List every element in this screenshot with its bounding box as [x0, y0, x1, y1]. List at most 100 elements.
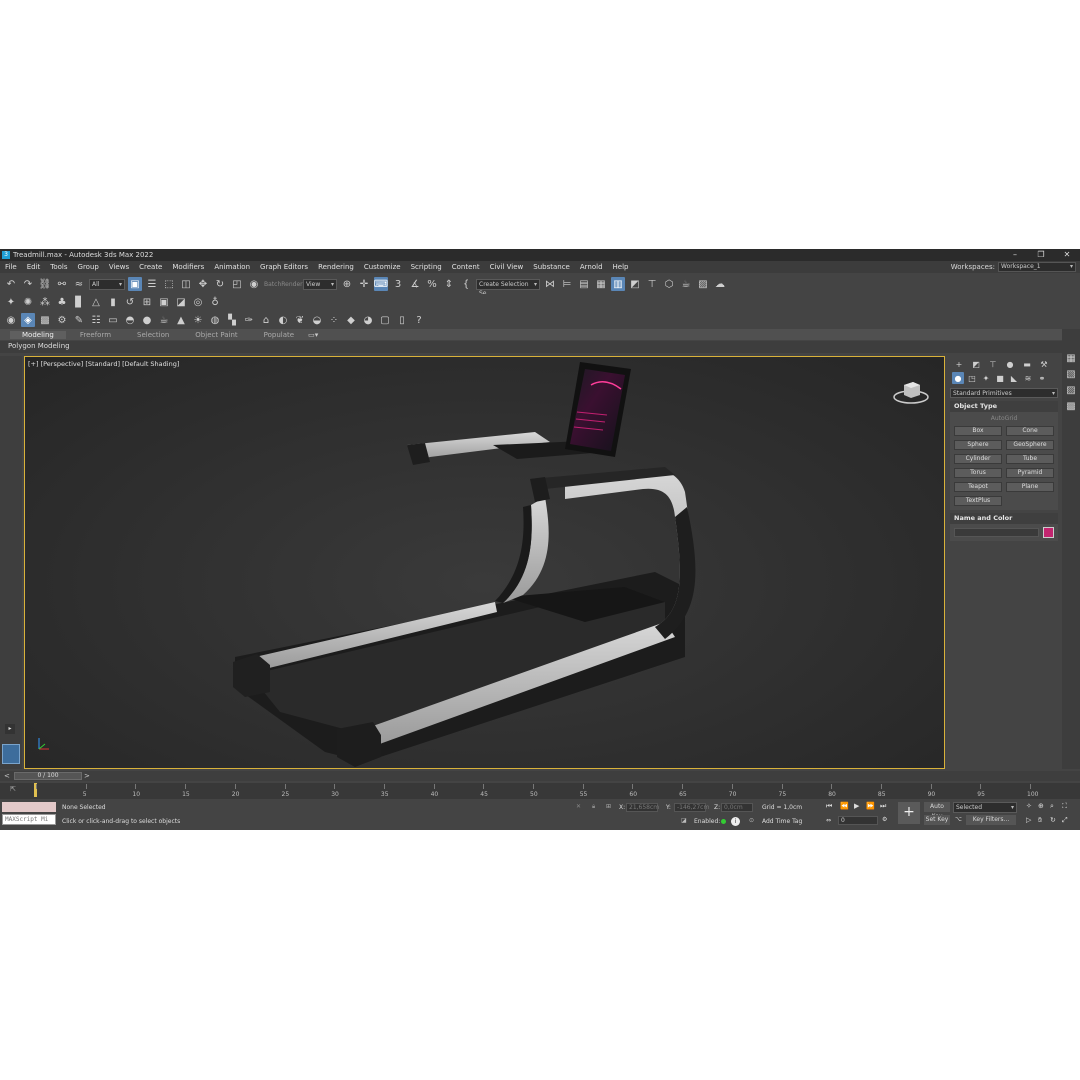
menu-create[interactable]: Create [134, 263, 167, 271]
track-bar-toggle-icon[interactable]: ⇱ [10, 785, 16, 793]
set-key-button[interactable]: Set Key [924, 815, 950, 825]
menu-tools[interactable]: Tools [45, 263, 72, 271]
sphere-prim-icon[interactable]: ● [140, 313, 154, 327]
bulb-icon[interactable]: ✦ [4, 295, 18, 309]
color-dots-icon[interactable]: ⁘ [327, 313, 341, 327]
display-tab-icon[interactable]: ▬ [1020, 359, 1034, 370]
x-coord-field[interactable]: 21,658cm [626, 803, 659, 812]
minimize-button[interactable]: – [1002, 249, 1028, 261]
render-setup-icon[interactable]: ☕ [679, 277, 693, 291]
menu-views[interactable]: Views [104, 263, 134, 271]
curve-editor-icon[interactable]: ◩ [628, 277, 642, 291]
geometry-icon[interactable]: ● [952, 372, 964, 384]
sun-light-icon[interactable]: ☀ [191, 313, 205, 327]
nav-orbit-icon[interactable]: ↻ [1050, 816, 1056, 824]
grid-icon[interactable]: ⊞ [140, 295, 154, 309]
transform-mode-icon[interactable]: ⊞ [606, 803, 611, 810]
batch-render-label[interactable]: BatchRender [264, 281, 303, 288]
settings-icon[interactable]: ⚙ [55, 313, 69, 327]
side-tool-2-icon[interactable]: ▧ [1064, 367, 1078, 381]
dome-icon[interactable]: ◓ [123, 313, 137, 327]
image-icon[interactable]: ▩ [38, 313, 52, 327]
play-icon[interactable]: ▶ [854, 802, 859, 810]
nav-zoom-extents-all-icon[interactable]: ⛶ [1062, 802, 1067, 811]
render-production-icon[interactable]: ☁ [713, 277, 727, 291]
teapot-button[interactable]: Teapot [954, 482, 1002, 492]
time-slider[interactable]: < 0 / 100 > [0, 771, 1080, 781]
name-color-header[interactable]: Name and Color [950, 513, 1058, 524]
y-coord-field[interactable]: -146,27cm [674, 803, 709, 812]
scene-explorer-icon[interactable]: ▤ [577, 277, 591, 291]
torus-button[interactable]: Torus [954, 468, 1002, 478]
cylinder-button[interactable]: Cylinder [954, 454, 1002, 464]
teapot-icon[interactable]: ☕ [157, 313, 171, 327]
cone-prim-icon[interactable]: ▲ [174, 313, 188, 327]
adaptive-degradation-icon[interactable]: ◪ [681, 817, 687, 824]
scale-icon[interactable]: ◰ [230, 277, 244, 291]
hierarchy-tab-icon[interactable]: ⊤ [986, 359, 1000, 370]
polygon-modeling-label[interactable]: Polygon Modeling [8, 342, 70, 350]
menu-civil-view[interactable]: Civil View [485, 263, 529, 271]
nav-fov-icon[interactable]: ▷ [1026, 816, 1031, 824]
render-window-icon[interactable]: ▢ [378, 313, 392, 327]
book-icon[interactable]: ▊ [72, 295, 86, 309]
help-icon[interactable]: ? [412, 313, 426, 327]
bind-spacewarp-icon[interactable]: ≈ [72, 277, 86, 291]
layer-icon[interactable]: ☷ [89, 313, 103, 327]
maxscript-listener[interactable] [2, 802, 56, 812]
box-button[interactable]: Box [954, 426, 1002, 436]
prev-key-icon[interactable]: ⏪ [840, 802, 849, 810]
cameras-icon[interactable]: ■ [994, 372, 1006, 384]
tab-populate[interactable]: Populate [252, 331, 306, 339]
select-by-name-icon[interactable]: ☰ [145, 277, 159, 291]
rendered-frame-window-icon[interactable]: ▨ [696, 277, 710, 291]
autogrid-checkbox[interactable]: AutoGrid [950, 412, 1058, 422]
info-icon[interactable]: i [731, 817, 740, 826]
particle-icon[interactable]: ⁂ [38, 295, 52, 309]
layer-explorer-icon[interactable]: ▦ [594, 277, 608, 291]
nav-zoom-all-icon[interactable]: ⊕ [1038, 802, 1044, 810]
plane-prim-icon[interactable]: ▭ [106, 313, 120, 327]
helpers-icon[interactable]: ◣ [1008, 372, 1020, 384]
camera-icon[interactable]: ◪ [174, 295, 188, 309]
keyboard-shortcut-override-icon[interactable]: ⌨ [374, 277, 388, 291]
tab-selection[interactable]: Selection [125, 331, 181, 339]
key-filter-icon[interactable]: ⌥ [955, 816, 962, 823]
unlink-icon[interactable]: ⚯ [55, 277, 69, 291]
schematic-view-icon[interactable]: ⊤ [645, 277, 659, 291]
menu-customize[interactable]: Customize [359, 263, 406, 271]
leaf-icon[interactable]: ❦ [293, 313, 307, 327]
lights-icon[interactable]: ✦ [980, 372, 992, 384]
close-button[interactable]: ✕ [1054, 249, 1080, 261]
menu-group[interactable]: Group [73, 263, 104, 271]
create-tab-icon[interactable]: + [952, 359, 966, 370]
systems-icon[interactable]: ⚭ [1036, 372, 1048, 384]
reference-coord-dropdown[interactable]: View [303, 278, 337, 290]
isolate-icon[interactable]: ✕ [576, 803, 581, 810]
link-icon[interactable]: ⛓ [38, 277, 52, 291]
tree-icon[interactable]: ♣ [55, 295, 69, 309]
side-tool-1-icon[interactable]: ▦ [1064, 351, 1078, 365]
lamp-icon[interactable]: ♁ [208, 295, 222, 309]
tube-button[interactable]: Tube [1006, 454, 1054, 464]
menu-edit[interactable]: Edit [22, 263, 46, 271]
menu-help[interactable]: Help [608, 263, 634, 271]
side-tool-4-icon[interactable]: ▩ [1064, 399, 1078, 413]
perspective-viewport[interactable]: [+] [Perspective] [Standard] [Default Sh… [24, 356, 945, 769]
align-icon[interactable]: ⊨ [560, 277, 574, 291]
rect-region-icon[interactable]: ⬚ [162, 277, 176, 291]
placement-icon[interactable]: ◉ [247, 277, 261, 291]
material-sphere-icon[interactable]: ◍ [208, 313, 222, 327]
menu-rendering[interactable]: Rendering [313, 263, 359, 271]
material-editor-icon[interactable]: ⬡ [662, 277, 676, 291]
viewport-layout-icon[interactable] [2, 744, 20, 764]
menu-content[interactable]: Content [447, 263, 485, 271]
workspace-dropdown[interactable]: Workspace_1 [998, 262, 1076, 272]
named-selection-sets-dropdown[interactable]: Create Selection Se [476, 278, 540, 297]
globe-icon[interactable]: ◐ [276, 313, 290, 327]
menu-scripting[interactable]: Scripting [406, 263, 447, 271]
modify-tab-icon[interactable]: ◩ [969, 359, 983, 370]
mirror-icon[interactable]: ⋈ [543, 277, 557, 291]
lock-icon[interactable]: 🔒︎ [592, 803, 595, 811]
brush-icon[interactable]: ✎ [72, 313, 86, 327]
